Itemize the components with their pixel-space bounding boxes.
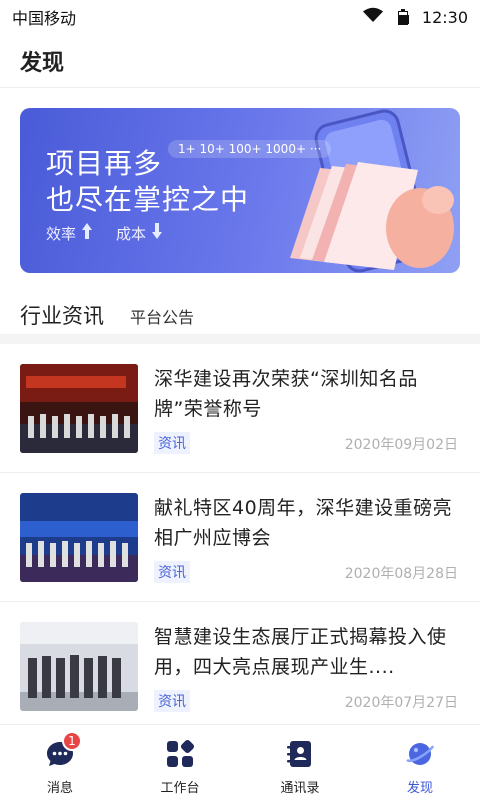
nav-workbench[interactable]: 工作台 — [120, 725, 240, 800]
nav-label: 消息 — [46, 781, 73, 796]
banner-title-line2: 也尽在掌控之中 — [46, 183, 250, 216]
news-date: 2020年09月02日 — [344, 437, 458, 453]
clock: 12:30 — [421, 7, 468, 27]
news-thumbnail — [20, 364, 138, 453]
news-date: 2020年07月27日 — [344, 695, 458, 711]
news-tag: 资讯 — [154, 690, 190, 712]
planet-icon — [403, 737, 437, 771]
wifi-icon — [362, 7, 384, 27]
nav-label: 发现 — [406, 781, 433, 796]
page-header: 发现 — [0, 34, 480, 88]
bottom-nav: 1 消息 工作台 通讯录 发现 — [0, 724, 480, 800]
arrow-down-icon — [150, 222, 164, 244]
news-tabs: 行业资讯 平台公告 — [20, 290, 194, 330]
promo-banner[interactable]: 1+ 10+ 100+ 1000+ ··· 项目再多 也尽在掌控之中 效率 成本 — [20, 108, 460, 273]
news-title: 智慧建设生态展厅正式揭幕投入使用，四大亮点展现产业生.... — [154, 626, 447, 678]
news-list: 深华建设再次荣获“深圳知名品牌”荣誉称号 资讯 2020年09月02日 献礼特区… — [0, 344, 480, 731]
news-date: 2020年08月28日 — [344, 566, 458, 582]
page-title: 发现 — [20, 50, 65, 76]
efficiency-label: 效率 — [46, 224, 77, 243]
nav-label: 通讯录 — [280, 781, 320, 796]
news-item[interactable]: 献礼特区40周年，深华建设重磅亮相广州应博会 资讯 2020年08月28日 — [0, 473, 480, 602]
banner-efficiency: 效率 — [46, 222, 94, 244]
section-divider — [0, 334, 480, 344]
news-item[interactable]: 智慧建设生态展厅正式揭幕投入使用，四大亮点展现产业生.... 资讯 2020年0… — [0, 602, 480, 731]
tab-platform-announcements[interactable]: 平台公告 — [130, 304, 194, 330]
news-tag: 资讯 — [154, 561, 190, 583]
status-bar: 中国移动 12:30 — [0, 0, 480, 34]
cost-label: 成本 — [116, 224, 147, 243]
nav-label: 工作台 — [160, 781, 200, 796]
contacts-book-icon — [283, 737, 317, 771]
arrow-up-icon — [80, 222, 94, 244]
banner-scale-pill: 1+ 10+ 100+ 1000+ ··· — [168, 140, 332, 158]
nav-discover[interactable]: 发现 — [360, 725, 480, 800]
news-item[interactable]: 深华建设再次荣获“深圳知名品牌”荣誉称号 资讯 2020年09月02日 — [0, 344, 480, 473]
battery-icon — [397, 9, 409, 25]
news-title: 献礼特区40周年，深华建设重磅亮相广州应博会 — [154, 497, 453, 549]
carrier-label: 中国移动 — [12, 9, 77, 28]
workbench-grid-icon — [163, 737, 197, 771]
banner-cost: 成本 — [116, 222, 164, 244]
status-icons: 12:30 — [362, 7, 468, 27]
news-tag: 资讯 — [154, 432, 190, 454]
phone-money-illustration — [290, 109, 454, 273]
news-thumbnail — [20, 622, 138, 711]
news-title: 深华建设再次荣获“深圳知名品牌”荣誉称号 — [154, 368, 418, 420]
nav-messages[interactable]: 1 消息 — [0, 725, 120, 800]
news-thumbnail — [20, 493, 138, 582]
banner-title-line1: 项目再多 — [46, 147, 163, 180]
unread-badge: 1 — [62, 731, 82, 751]
nav-contacts[interactable]: 通讯录 — [240, 725, 360, 800]
tab-industry-news[interactable]: 行业资讯 — [20, 300, 104, 330]
